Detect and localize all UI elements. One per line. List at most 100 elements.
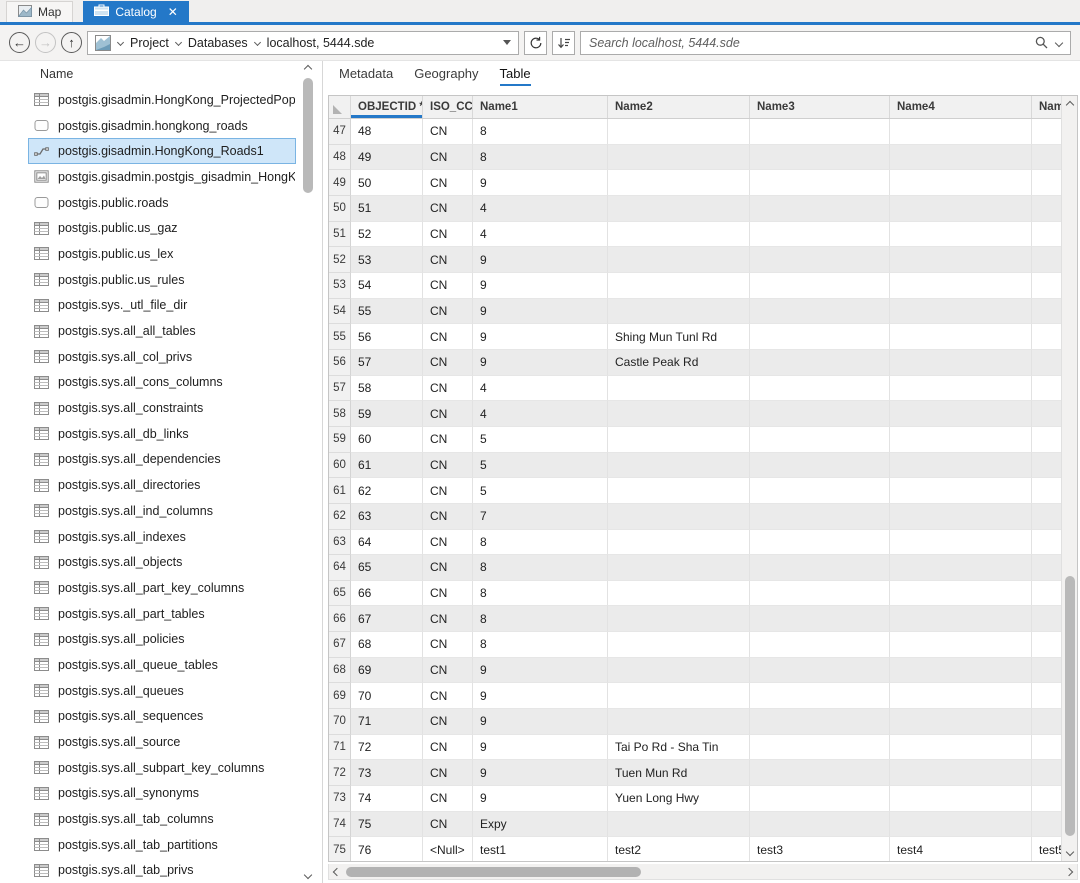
list-item[interactable]: postgis.gisadmin.HongKong_ProjectedPopul… bbox=[28, 87, 296, 113]
table-row[interactable]: 7475CNExpy bbox=[329, 812, 1061, 838]
table-cell[interactable] bbox=[750, 760, 890, 786]
table-row[interactable]: 5556CN9Shing Mun Tunl Rd bbox=[329, 324, 1061, 350]
row-number[interactable]: 64 bbox=[329, 555, 351, 581]
list-item[interactable]: postgis.gisadmin.hongkong_roads bbox=[28, 113, 296, 139]
chevron-down-icon[interactable] bbox=[254, 39, 261, 46]
table-cell[interactable]: test1 bbox=[473, 837, 608, 861]
table-cell[interactable]: <Null> bbox=[423, 837, 473, 861]
table-cell[interactable] bbox=[750, 427, 890, 453]
table-cell[interactable] bbox=[1032, 760, 1061, 786]
table-cell[interactable] bbox=[1032, 555, 1061, 581]
close-icon[interactable]: ✕ bbox=[168, 5, 178, 19]
list-item[interactable]: postgis.sys.all_all_tables bbox=[28, 318, 296, 344]
table-cell[interactable] bbox=[608, 478, 750, 504]
table-cell[interactable] bbox=[750, 735, 890, 761]
table-cell[interactable]: test4 bbox=[890, 837, 1032, 861]
breadcrumb-connection[interactable]: localhost, 5444.sde bbox=[267, 36, 375, 50]
table-cell[interactable]: test5 bbox=[1032, 837, 1061, 861]
row-number[interactable]: 54 bbox=[329, 299, 351, 325]
table-cell[interactable]: 5 bbox=[473, 427, 608, 453]
column-header[interactable]: Name2 bbox=[608, 96, 750, 118]
table-cell[interactable]: 57 bbox=[351, 350, 423, 376]
table-cell[interactable] bbox=[750, 581, 890, 607]
list-item[interactable]: postgis.sys.all_tab_partitions bbox=[28, 832, 296, 858]
table-cell[interactable] bbox=[608, 709, 750, 735]
list-item[interactable]: postgis.sys.all_db_links bbox=[28, 421, 296, 447]
table-cell[interactable] bbox=[890, 658, 1032, 684]
table-cell[interactable] bbox=[890, 735, 1032, 761]
up-button[interactable]: ↑ bbox=[61, 32, 82, 53]
forward-button[interactable]: → bbox=[35, 32, 56, 53]
table-cell[interactable]: CN bbox=[423, 196, 473, 222]
table-cell[interactable] bbox=[890, 350, 1032, 376]
row-number[interactable]: 47 bbox=[329, 119, 351, 145]
table-cell[interactable]: CN bbox=[423, 632, 473, 658]
table-cell[interactable] bbox=[750, 658, 890, 684]
table-cell[interactable]: CN bbox=[423, 581, 473, 607]
table-cell[interactable] bbox=[608, 196, 750, 222]
table-cell[interactable] bbox=[750, 709, 890, 735]
list-item[interactable]: postgis.gisadmin.postgis_gisadmin_HongKo… bbox=[28, 164, 296, 190]
table-row[interactable]: 7273CN9Tuen Mun Rd bbox=[329, 760, 1061, 786]
table-cell[interactable]: 8 bbox=[473, 606, 608, 632]
scrollbar-thumb[interactable] bbox=[303, 78, 313, 193]
table-cell[interactable]: 75 bbox=[351, 812, 423, 838]
table-cell[interactable]: CN bbox=[423, 222, 473, 248]
tab-metadata[interactable]: Metadata bbox=[339, 66, 393, 86]
table-row[interactable]: 7576<Null>test1test2test3test4test5 bbox=[329, 837, 1061, 861]
table-cell[interactable]: 66 bbox=[351, 581, 423, 607]
row-number[interactable]: 74 bbox=[329, 812, 351, 838]
table-cell[interactable] bbox=[890, 504, 1032, 530]
table-cell[interactable]: 9 bbox=[473, 735, 608, 761]
chevron-down-icon[interactable] bbox=[117, 39, 124, 46]
table-cell[interactable]: 59 bbox=[351, 401, 423, 427]
table-cell[interactable] bbox=[1032, 350, 1061, 376]
location-combobox[interactable]: Project Databases localhost, 5444.sde bbox=[87, 31, 519, 55]
row-number[interactable]: 57 bbox=[329, 376, 351, 402]
list-item[interactable]: postgis.sys.all_sequences bbox=[28, 704, 296, 730]
table-cell[interactable]: 9 bbox=[473, 299, 608, 325]
scrollbar-thumb[interactable] bbox=[1065, 576, 1075, 836]
row-number[interactable]: 58 bbox=[329, 401, 351, 427]
row-number[interactable]: 52 bbox=[329, 247, 351, 273]
table-row[interactable]: 5455CN9 bbox=[329, 299, 1061, 325]
table-cell[interactable]: 67 bbox=[351, 606, 423, 632]
column-header[interactable]: Name4 bbox=[890, 96, 1032, 118]
table-cell[interactable]: 4 bbox=[473, 222, 608, 248]
list-item[interactable]: postgis.sys.all_queue_tables bbox=[28, 652, 296, 678]
table-cell[interactable]: CN bbox=[423, 427, 473, 453]
table-cell[interactable]: CN bbox=[423, 555, 473, 581]
table-row[interactable]: 7071CN9 bbox=[329, 709, 1061, 735]
table-row[interactable]: 6364CN8 bbox=[329, 530, 1061, 556]
table-cell[interactable] bbox=[750, 530, 890, 556]
table-cell[interactable]: 55 bbox=[351, 299, 423, 325]
table-cell[interactable]: 56 bbox=[351, 324, 423, 350]
row-number[interactable]: 55 bbox=[329, 324, 351, 350]
search-icon[interactable] bbox=[1035, 36, 1048, 49]
list-item[interactable]: postgis.public.us_gaz bbox=[28, 215, 296, 241]
row-number[interactable]: 63 bbox=[329, 530, 351, 556]
tab-geography[interactable]: Geography bbox=[414, 66, 478, 86]
table-cell[interactable]: test2 bbox=[608, 837, 750, 861]
row-number[interactable]: 61 bbox=[329, 478, 351, 504]
row-number[interactable]: 50 bbox=[329, 196, 351, 222]
row-number[interactable]: 65 bbox=[329, 581, 351, 607]
table-cell[interactable] bbox=[608, 555, 750, 581]
column-header[interactable]: OBJECTID * bbox=[351, 96, 423, 118]
table-cell[interactable] bbox=[750, 786, 890, 812]
table-cell[interactable]: 8 bbox=[473, 119, 608, 145]
list-item[interactable]: postgis.sys.all_tab_columns bbox=[28, 806, 296, 832]
scrollbar-thumb[interactable] bbox=[346, 867, 641, 877]
row-number[interactable]: 73 bbox=[329, 786, 351, 812]
table-cell[interactable] bbox=[608, 401, 750, 427]
table-cell[interactable]: 68 bbox=[351, 632, 423, 658]
table-cell[interactable]: CN bbox=[423, 247, 473, 273]
list-item[interactable]: postgis.gisadmin.HongKong_Roads1 bbox=[28, 138, 296, 164]
sidebar-scrollbar[interactable] bbox=[300, 61, 316, 883]
table-cell[interactable]: CN bbox=[423, 786, 473, 812]
table-cell[interactable]: 9 bbox=[473, 683, 608, 709]
table-cell[interactable] bbox=[608, 683, 750, 709]
table-cell[interactable] bbox=[608, 606, 750, 632]
table-cell[interactable]: 72 bbox=[351, 735, 423, 761]
table-cell[interactable] bbox=[890, 170, 1032, 196]
